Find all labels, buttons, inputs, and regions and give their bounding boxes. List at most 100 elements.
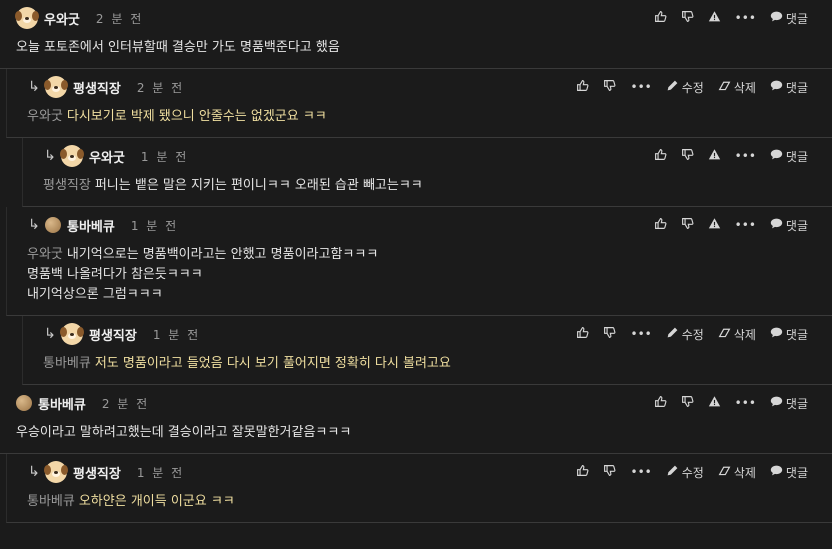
thumbs-up-icon [654, 10, 667, 26]
comment-line: 명품백 나올려다가 참은듯ㅋㅋㅋ [27, 265, 832, 285]
comment-body: 통바베큐 저도 명품이라고 들었음 다시 보기 풀어지면 정확히 다시 볼려고요 [43, 346, 832, 384]
reply-label: 댓글 [785, 149, 808, 164]
reply-label: 댓글 [785, 218, 808, 233]
dislike-button[interactable] [681, 148, 694, 164]
edit-button[interactable]: 수정 [666, 464, 704, 481]
avatar[interactable] [44, 76, 68, 98]
thumbs-down-icon [681, 395, 694, 411]
dislike-button[interactable] [681, 395, 694, 411]
comment-actions: ••• 수정 삭제 댓글 [576, 460, 808, 484]
more-button[interactable]: ••• [630, 80, 651, 94]
avatar[interactable] [16, 395, 32, 411]
dislike-button[interactable] [603, 464, 616, 480]
author-name[interactable]: 평생직장 [73, 78, 121, 97]
mention[interactable]: 통바베큐 [27, 494, 75, 509]
edit-button[interactable]: 수정 [666, 326, 704, 343]
reply-button[interactable]: 댓글 [770, 79, 808, 96]
speech-bubble-icon [770, 464, 783, 480]
author-name[interactable]: 통바베큐 [38, 394, 86, 413]
timestamp: 2 분 전 [95, 11, 144, 26]
timestamp: 1 분 전 [130, 218, 179, 233]
like-button[interactable] [576, 464, 589, 480]
report-button[interactable] [708, 148, 721, 164]
comment: 통바베큐 2 분 전 ••• 댓글 우승이라고 말하려고했는데 결승이라고 잘못말한거같… [0, 385, 832, 454]
report-button[interactable] [708, 10, 721, 26]
avatar[interactable] [60, 323, 84, 345]
like-button[interactable] [654, 217, 667, 233]
comment-text: 우승이라고 말하려고했는데 결승이라고 잘못말한거같음ㅋㅋㅋ [16, 425, 352, 440]
mention[interactable]: 우와굿 [27, 247, 63, 262]
thumbs-up-icon [654, 395, 667, 411]
more-button[interactable]: ••• [630, 465, 651, 479]
edit-label: 수정 [681, 327, 704, 342]
reply-button[interactable]: 댓글 [770, 217, 808, 234]
timestamp: 2 분 전 [136, 80, 185, 95]
report-button[interactable] [708, 217, 721, 233]
comment-body: 통바베큐 오하얀은 개이득 이군요 ㅋㅋ [27, 484, 832, 522]
comment-text: 내기억으로는 명품백이라고는 안했고 명품이라고함ㅋㅋㅋ [66, 247, 379, 262]
speech-bubble-icon [770, 395, 783, 411]
thumbs-down-icon [681, 217, 694, 233]
more-button[interactable]: ••• [735, 149, 756, 163]
report-button[interactable] [708, 395, 721, 411]
dislike-button[interactable] [603, 79, 616, 95]
avatar[interactable] [60, 145, 84, 167]
author-name[interactable]: 우와굿 [89, 147, 125, 166]
like-button[interactable] [654, 10, 667, 26]
avatar[interactable] [15, 7, 39, 29]
comment: 우와굿 2 분 전 ••• 댓글 오늘 포토존에서 인터뷰할때 결승만 가도 명품백준다… [0, 0, 832, 69]
edit-button[interactable]: 수정 [666, 79, 704, 96]
comment: ↳ 평생직장 1 분 전 ••• 수정 삭제 댓글 통바베큐 저도 명품이라고 들었음 다시 보… [22, 316, 832, 385]
delete-button[interactable]: 삭제 [718, 326, 756, 343]
author-name[interactable]: 통바베큐 [67, 216, 115, 235]
timestamp: 1 분 전 [136, 465, 185, 480]
reply-label: 댓글 [785, 465, 808, 480]
comment-text: 퍼니는 뱉은 말은 지키는 편이니ㅋㅋ 오래된 습관 빼고는ㅋㅋ [94, 178, 423, 193]
more-button[interactable]: ••• [735, 11, 756, 25]
reply-button[interactable]: 댓글 [770, 326, 808, 343]
author-name[interactable]: 평생직장 [89, 325, 137, 344]
thumbs-up-icon [654, 148, 667, 164]
reply-button[interactable]: 댓글 [770, 464, 808, 481]
mention[interactable]: 통바베큐 [43, 356, 91, 371]
author-name[interactable]: 우와굿 [44, 9, 80, 28]
reply-arrow-icon: ↳ [28, 464, 40, 480]
more-button[interactable]: ••• [630, 327, 651, 341]
speech-bubble-icon [770, 79, 783, 95]
comment: ↳ 통바베큐 1 분 전 ••• 댓글 우와굿 내기억으로는 명품백이라고는 안했고 명품이… [6, 207, 832, 316]
comment: ↳ 평생직장 2 분 전 ••• 수정 삭제 댓글 우와굿 다시보기로 박제 됐으니 안줄수는 … [6, 69, 832, 138]
avatar[interactable] [44, 461, 68, 483]
mention[interactable]: 우와굿 [27, 109, 63, 124]
more-button[interactable]: ••• [735, 396, 756, 410]
mention[interactable]: 평생직장 [43, 178, 91, 193]
reply-button[interactable]: 댓글 [770, 10, 808, 27]
delete-button[interactable]: 삭제 [718, 464, 756, 481]
delete-label: 삭제 [733, 465, 756, 480]
dislike-button[interactable] [681, 217, 694, 233]
comment-text: 명품백 나올려다가 참은듯ㅋㅋㅋ [27, 267, 203, 282]
comment-body: 우와굿 다시보기로 박제 됐으니 안줄수는 없겠군요 ㅋㅋ [27, 99, 832, 137]
dislike-button[interactable] [681, 10, 694, 26]
thumbs-up-icon [576, 326, 589, 342]
like-button[interactable] [576, 326, 589, 342]
eraser-icon [718, 79, 731, 95]
pencil-icon [666, 326, 679, 342]
more-button[interactable]: ••• [735, 218, 756, 232]
like-button[interactable] [654, 148, 667, 164]
delete-button[interactable]: 삭제 [718, 79, 756, 96]
comment-line: 우와굿 내기억으로는 명품백이라고는 안했고 명품이라고함ㅋㅋㅋ [27, 245, 832, 265]
eraser-icon [718, 464, 731, 480]
like-button[interactable] [576, 79, 589, 95]
reply-button[interactable]: 댓글 [770, 148, 808, 165]
author-name[interactable]: 평생직장 [73, 463, 121, 482]
dislike-button[interactable] [603, 326, 616, 342]
avatar[interactable] [45, 217, 61, 233]
reply-label: 댓글 [785, 80, 808, 95]
thumbs-down-icon [603, 79, 616, 95]
reply-button[interactable]: 댓글 [770, 395, 808, 412]
reply-label: 댓글 [785, 327, 808, 342]
like-button[interactable] [654, 395, 667, 411]
comment-text: 다시보기로 박제 됐으니 안줄수는 없겠군요 ㅋㅋ [66, 109, 327, 124]
delete-label: 삭제 [733, 80, 756, 95]
speech-bubble-icon [770, 148, 783, 164]
